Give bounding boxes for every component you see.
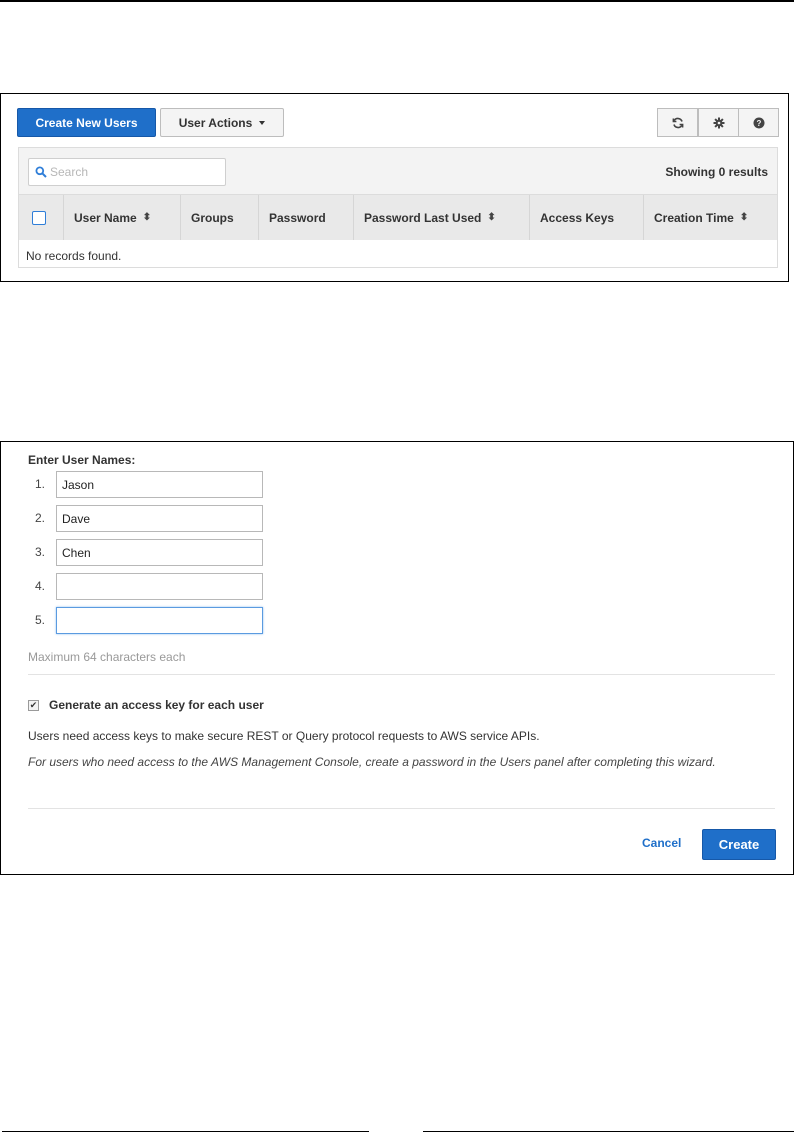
column-label: Creation Time xyxy=(654,210,734,225)
generate-access-key-checkbox[interactable]: ✔ xyxy=(28,699,39,711)
enter-user-names-label: Enter User Names: xyxy=(28,453,136,467)
search-box[interactable] xyxy=(28,158,226,186)
create-button[interactable]: Create xyxy=(702,829,776,860)
help-button[interactable]: ? xyxy=(738,108,779,137)
user-name-input-4[interactable] xyxy=(56,573,263,600)
column-creation-time[interactable]: Creation Time ⬍ xyxy=(643,195,777,240)
footer-rule-right xyxy=(423,1131,794,1132)
sort-icon: ⬍ xyxy=(739,212,749,223)
generate-access-key-option[interactable]: ✔ Generate an access key for each user xyxy=(28,698,264,712)
chevron-down-icon xyxy=(259,120,266,125)
footer-rule-left xyxy=(2,1131,369,1132)
column-label: Access Keys xyxy=(540,210,615,225)
gear-icon xyxy=(713,117,724,128)
console-password-note: For users who need access to the AWS Man… xyxy=(28,755,716,769)
access-key-info-text: Users need access keys to make secure RE… xyxy=(28,729,540,743)
divider xyxy=(28,674,775,675)
user-name-row: 4. xyxy=(1,573,301,600)
settings-button[interactable] xyxy=(698,108,739,137)
user-name-input-1[interactable] xyxy=(56,471,263,498)
cancel-button[interactable]: Cancel xyxy=(642,836,681,850)
page-top-rule xyxy=(0,0,794,2)
sort-icon: ⬍ xyxy=(142,212,152,223)
row-number: 1. xyxy=(35,477,46,491)
select-all-cell xyxy=(19,195,63,240)
user-name-input-3[interactable] xyxy=(56,539,263,566)
user-name-input-5[interactable] xyxy=(56,607,263,634)
table-toolbar: Showing 0 results xyxy=(19,148,777,195)
users-table: Showing 0 results User Name ⬍ Groups Pas… xyxy=(18,147,778,268)
help-icon: ? xyxy=(753,117,764,128)
refresh-button[interactable] xyxy=(657,108,698,137)
generate-access-key-label: Generate an access key for each user xyxy=(49,698,264,712)
table-header: User Name ⬍ Groups Password Password Las… xyxy=(19,195,777,240)
create-new-users-button[interactable]: Create New Users xyxy=(17,108,156,137)
column-label: Password Last Used xyxy=(364,210,482,225)
user-name-row: 3. xyxy=(1,539,301,566)
create-users-figure: Enter User Names: 1. 2. 3. 4. 5. Maximum… xyxy=(0,441,794,875)
results-count: Showing 0 results xyxy=(665,165,768,179)
create-new-users-label: Create New Users xyxy=(35,115,138,130)
user-name-row: 1. xyxy=(1,471,301,498)
user-actions-label: User Actions xyxy=(178,115,253,130)
column-access-keys: Access Keys xyxy=(529,195,643,240)
users-panel-figure: Create New Users User Actions ? Search S… xyxy=(0,93,789,282)
column-password-last-used[interactable]: Password Last Used ⬍ xyxy=(353,195,529,240)
select-all-checkbox[interactable] xyxy=(32,210,46,225)
row-number: 4. xyxy=(35,579,46,593)
search-icon xyxy=(35,166,47,178)
column-user-name[interactable]: User Name ⬍ xyxy=(63,195,180,240)
svg-text:?: ? xyxy=(756,119,761,128)
column-label: Groups xyxy=(191,210,234,225)
sort-icon: ⬍ xyxy=(487,212,496,223)
column-label: User Name xyxy=(74,210,137,225)
check-icon: ✔ xyxy=(29,699,38,710)
max-length-hint: Maximum 64 characters each xyxy=(28,650,186,664)
user-name-row: 5. xyxy=(1,607,301,634)
column-label: Password xyxy=(269,210,326,225)
empty-state-text: No records found. xyxy=(26,249,122,263)
column-groups: Groups xyxy=(180,195,258,240)
user-name-row: 2. xyxy=(1,505,301,532)
create-button-label: Create xyxy=(718,837,760,852)
divider xyxy=(28,808,775,809)
row-number: 5. xyxy=(35,613,46,627)
user-name-input-2[interactable] xyxy=(56,505,263,532)
user-actions-button[interactable]: User Actions xyxy=(160,108,284,137)
refresh-icon xyxy=(672,117,683,128)
row-number: 3. xyxy=(35,545,46,559)
search-input[interactable] xyxy=(50,165,210,179)
row-number: 2. xyxy=(35,511,46,525)
column-password: Password xyxy=(258,195,353,240)
